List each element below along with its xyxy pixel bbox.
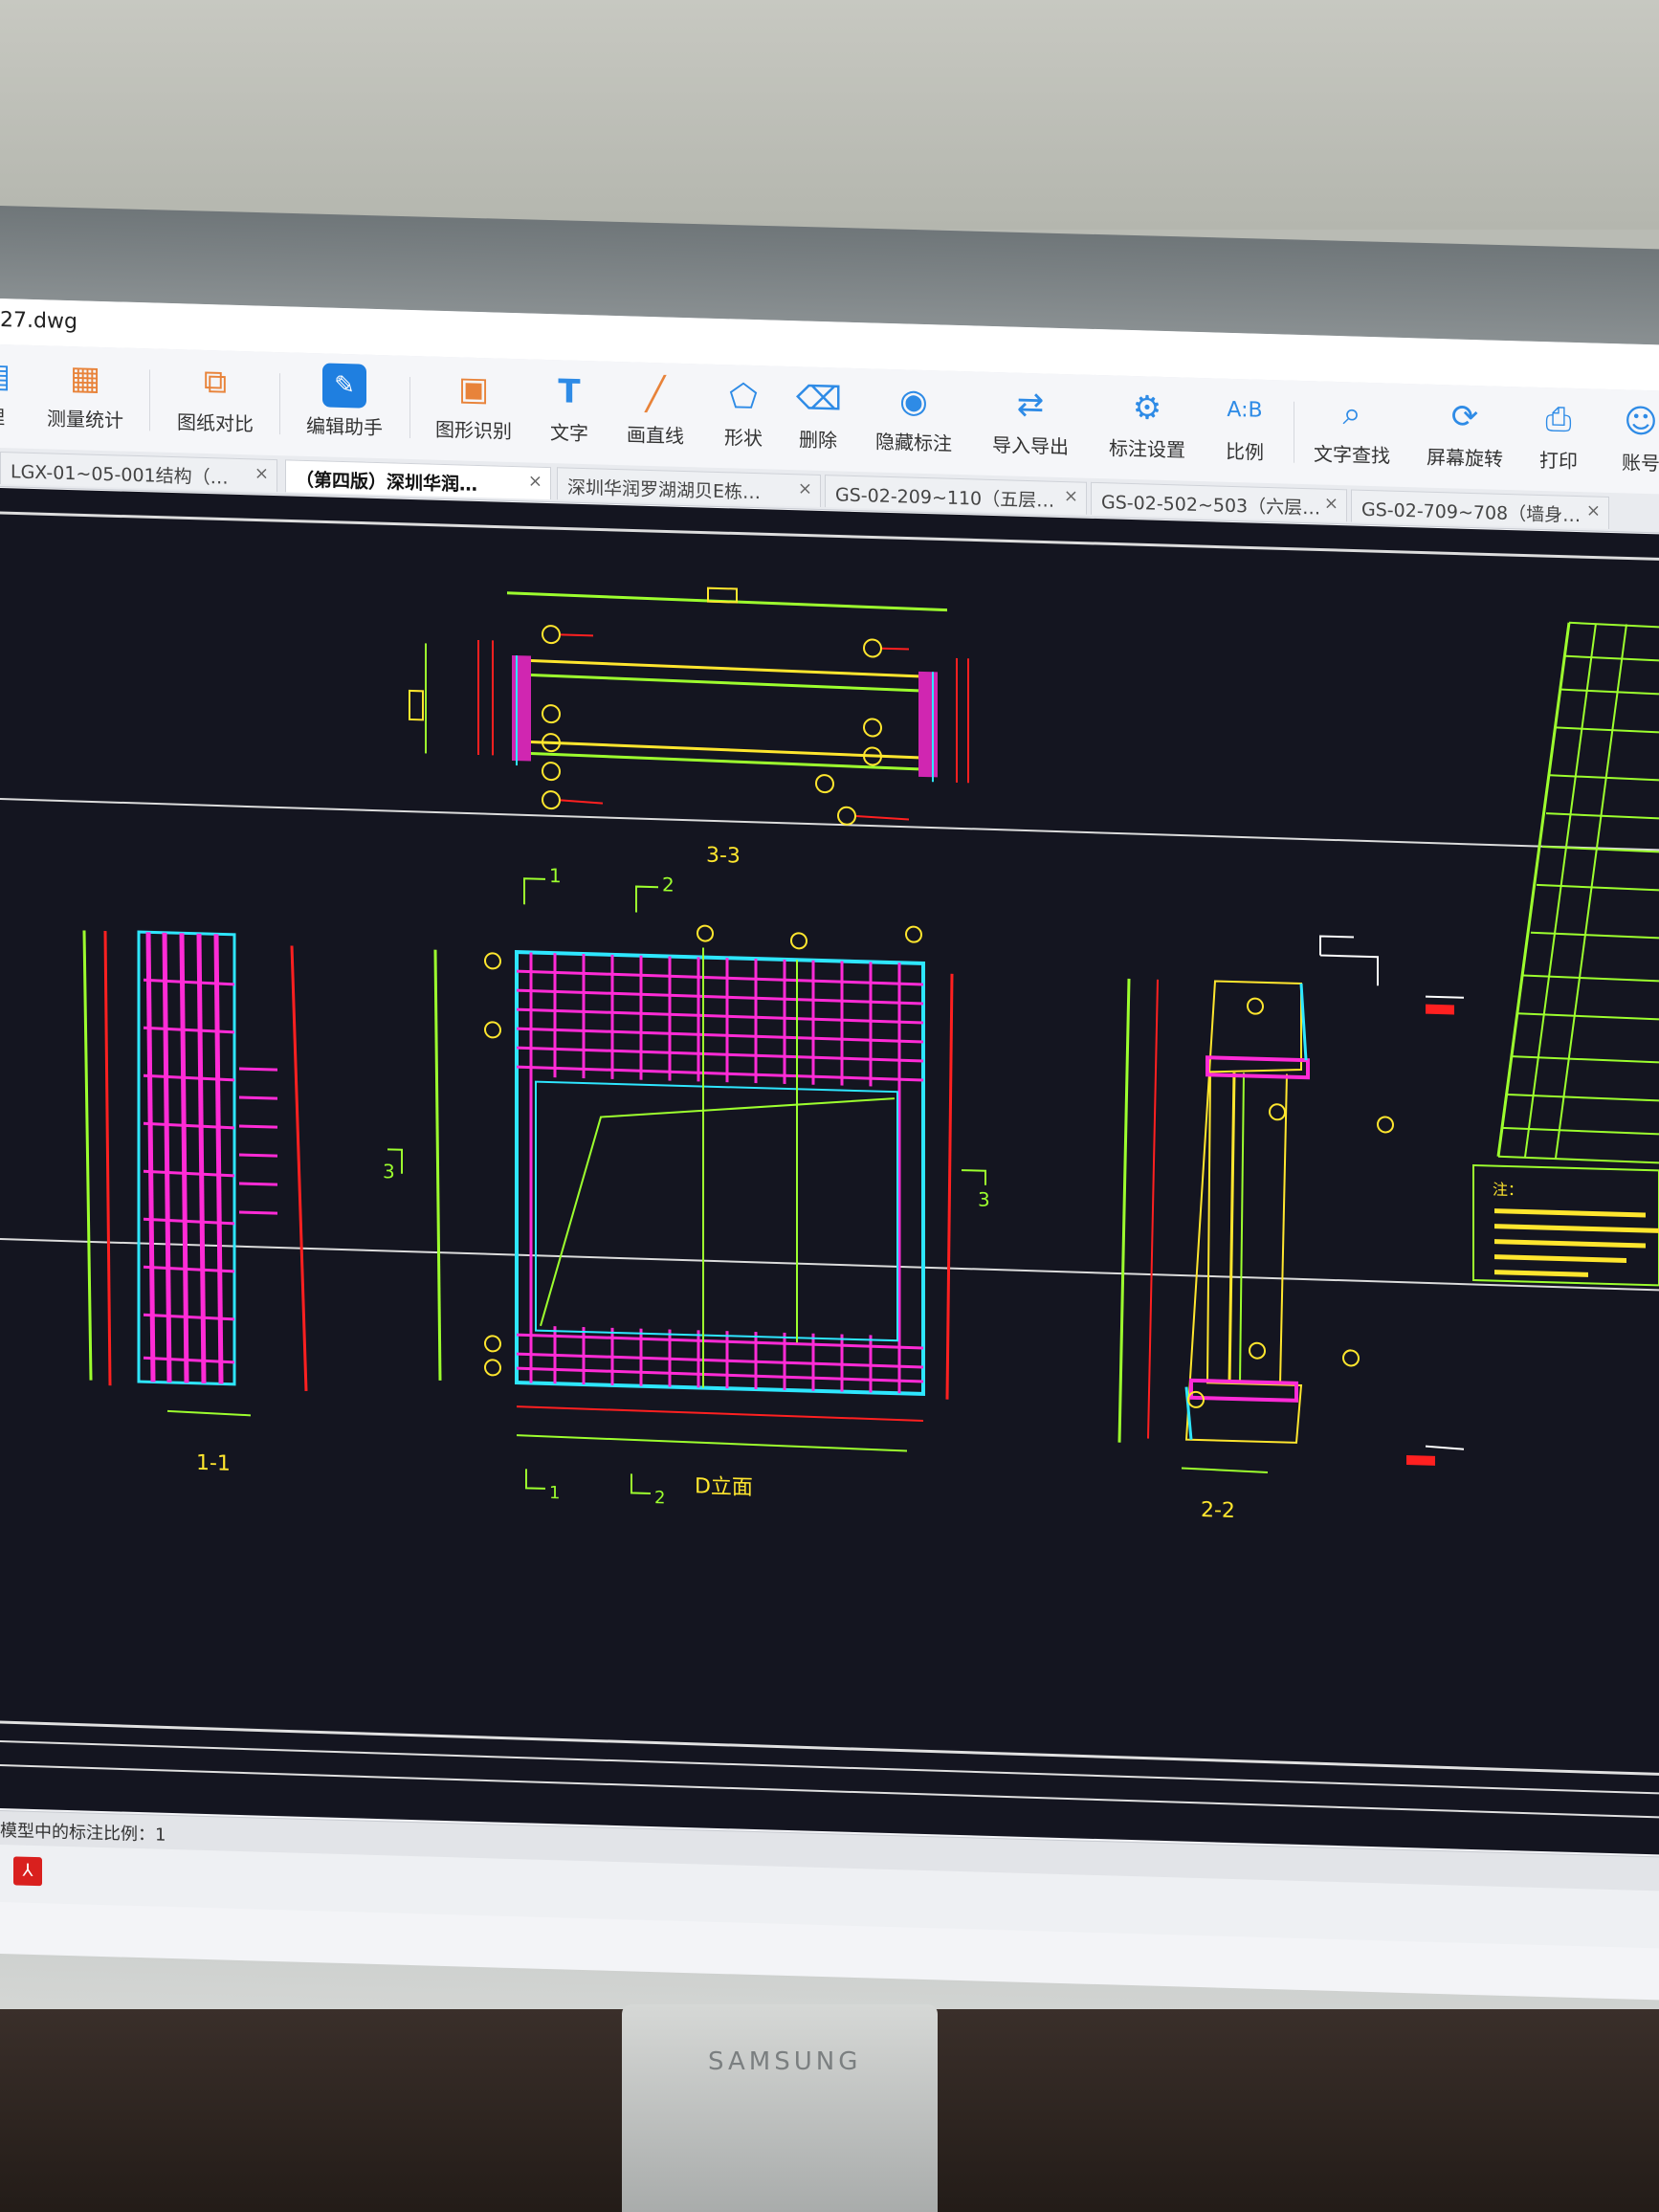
tab-document-1[interactable]: LGX-01~05-001结构（… × bbox=[0, 452, 277, 493]
annotation-settings-icon: ⚙ bbox=[1132, 388, 1162, 428]
tab-document-2[interactable]: （第四版）深圳华润… × bbox=[285, 459, 551, 500]
close-icon[interactable]: × bbox=[254, 463, 269, 483]
screen: 27.dwg ▤ 理 ▦ 测量统计 ⧉ 图纸对比 ✎ 编辑助手 ▣ 图形识别 T… bbox=[0, 299, 1659, 2001]
elevation-d: 3 3 1 2 D立面 bbox=[383, 924, 990, 1508]
tool-compare[interactable]: ⧉ 图纸对比 bbox=[163, 359, 268, 448]
tool-shape-recognize[interactable]: ▣ 图形识别 bbox=[421, 365, 526, 454]
separator bbox=[149, 369, 150, 431]
section-1-1: 1-1 bbox=[82, 930, 308, 1476]
cut-mark-2: 2 bbox=[662, 873, 675, 896]
edit-helper-icon: ✎ bbox=[322, 363, 366, 409]
close-icon[interactable]: × bbox=[1324, 494, 1338, 514]
close-icon[interactable]: × bbox=[1586, 500, 1601, 520]
window-title: 27.dwg bbox=[0, 308, 77, 335]
tool-annotation-settings[interactable]: ⚙ 标注设置 bbox=[1095, 385, 1200, 474]
shape-icon: ⬠ bbox=[729, 377, 758, 417]
shape-recognize-icon: ▣ bbox=[457, 369, 490, 409]
section-3-3: 3-3 bbox=[409, 586, 969, 869]
account-icon: ☺ bbox=[1624, 402, 1658, 442]
tool-measure[interactable]: ▦ 测量统计 bbox=[33, 355, 138, 444]
compare-icon: ⧉ bbox=[203, 362, 228, 402]
close-icon[interactable]: × bbox=[528, 471, 542, 491]
reference-line bbox=[0, 1238, 1659, 1292]
eye-icon: ◉ bbox=[899, 382, 928, 422]
section-label-2-2: 2-2 bbox=[1201, 1498, 1235, 1523]
tab-document-5[interactable]: GS-02-502~503（六层… × bbox=[1091, 481, 1347, 522]
text-search-icon: ⌕ bbox=[1342, 394, 1361, 433]
close-icon[interactable]: × bbox=[1064, 486, 1078, 506]
section-2-2: 2-2 bbox=[1117, 935, 1465, 1523]
frame-line bbox=[0, 1764, 1659, 1819]
cad-drawing: 3-3 1 2 1-1 3 3 1 2 D立面 2-2 注： bbox=[0, 511, 1659, 1819]
tool-edit-helper[interactable]: ✎ 编辑助手 bbox=[292, 363, 397, 452]
tab-document-3[interactable]: 深圳华润罗湖湖贝E栋… × bbox=[557, 467, 821, 507]
monitor-logo: SAMSUNG bbox=[708, 2047, 862, 2076]
tool-hide-annotation[interactable]: ◉ 隐藏标注 bbox=[861, 378, 966, 467]
cut-mark-1-bottom: 1 bbox=[549, 1483, 560, 1503]
tool-import-export[interactable]: ⇄ 导入导出 bbox=[978, 382, 1083, 471]
status-text: 模型中的标注比例：1 bbox=[0, 1821, 166, 1846]
notes-header: 注： bbox=[1493, 1181, 1523, 1200]
tab-document-6[interactable]: GS-02-709~708（墙身… × bbox=[1351, 489, 1609, 529]
section-label-1-1: 1-1 bbox=[196, 1451, 231, 1476]
reference-line bbox=[0, 798, 1659, 852]
cut-mark-3-left: 3 bbox=[383, 1160, 395, 1183]
scale-icon: A:B bbox=[1227, 397, 1263, 423]
rotate-screen-icon: ⟳ bbox=[1450, 397, 1479, 437]
line-icon: ╱ bbox=[645, 374, 666, 414]
drawing-canvas[interactable]: 3-3 1 2 1-1 3 3 1 2 D立面 2-2 注： bbox=[0, 488, 1659, 1855]
text-icon: T bbox=[558, 372, 581, 411]
cut-mark-1: 1 bbox=[549, 864, 562, 887]
tool-text-search[interactable]: ⌕ 文字查找 bbox=[1299, 390, 1405, 479]
wall-background bbox=[0, 0, 1659, 230]
tool-delete[interactable]: ⌫ 删除 bbox=[765, 375, 871, 464]
printer-icon: ⎙ bbox=[1545, 400, 1572, 439]
separator bbox=[279, 373, 280, 435]
measure-icon: ▦ bbox=[69, 359, 101, 398]
rebar-schedule-table: 注： bbox=[1472, 621, 1659, 1287]
tool-account[interactable]: ☺ 账号 bbox=[1588, 398, 1659, 487]
section-label-3-3: 3-3 bbox=[706, 844, 741, 869]
import-export-icon: ⇄ bbox=[1016, 385, 1045, 425]
tab-document-4[interactable]: GS-02-209~110（五层… × bbox=[825, 475, 1087, 515]
tool-scale[interactable]: A:B 比例 bbox=[1192, 387, 1297, 476]
cut-mark-2-bottom: 2 bbox=[654, 1488, 665, 1508]
layers-icon: ▤ bbox=[0, 356, 11, 396]
pdf-app-icon[interactable]: ⅄ bbox=[13, 1856, 42, 1887]
tool-rotate-screen[interactable]: ⟳ 屏幕旋转 bbox=[1412, 393, 1517, 482]
elevation-label: D立面 bbox=[695, 1474, 753, 1500]
cut-mark-3-right: 3 bbox=[978, 1188, 990, 1211]
eraser-icon: ⌫ bbox=[796, 379, 843, 419]
close-icon[interactable]: × bbox=[798, 478, 812, 498]
monitor-stand bbox=[622, 2004, 938, 2212]
separator bbox=[409, 376, 410, 438]
